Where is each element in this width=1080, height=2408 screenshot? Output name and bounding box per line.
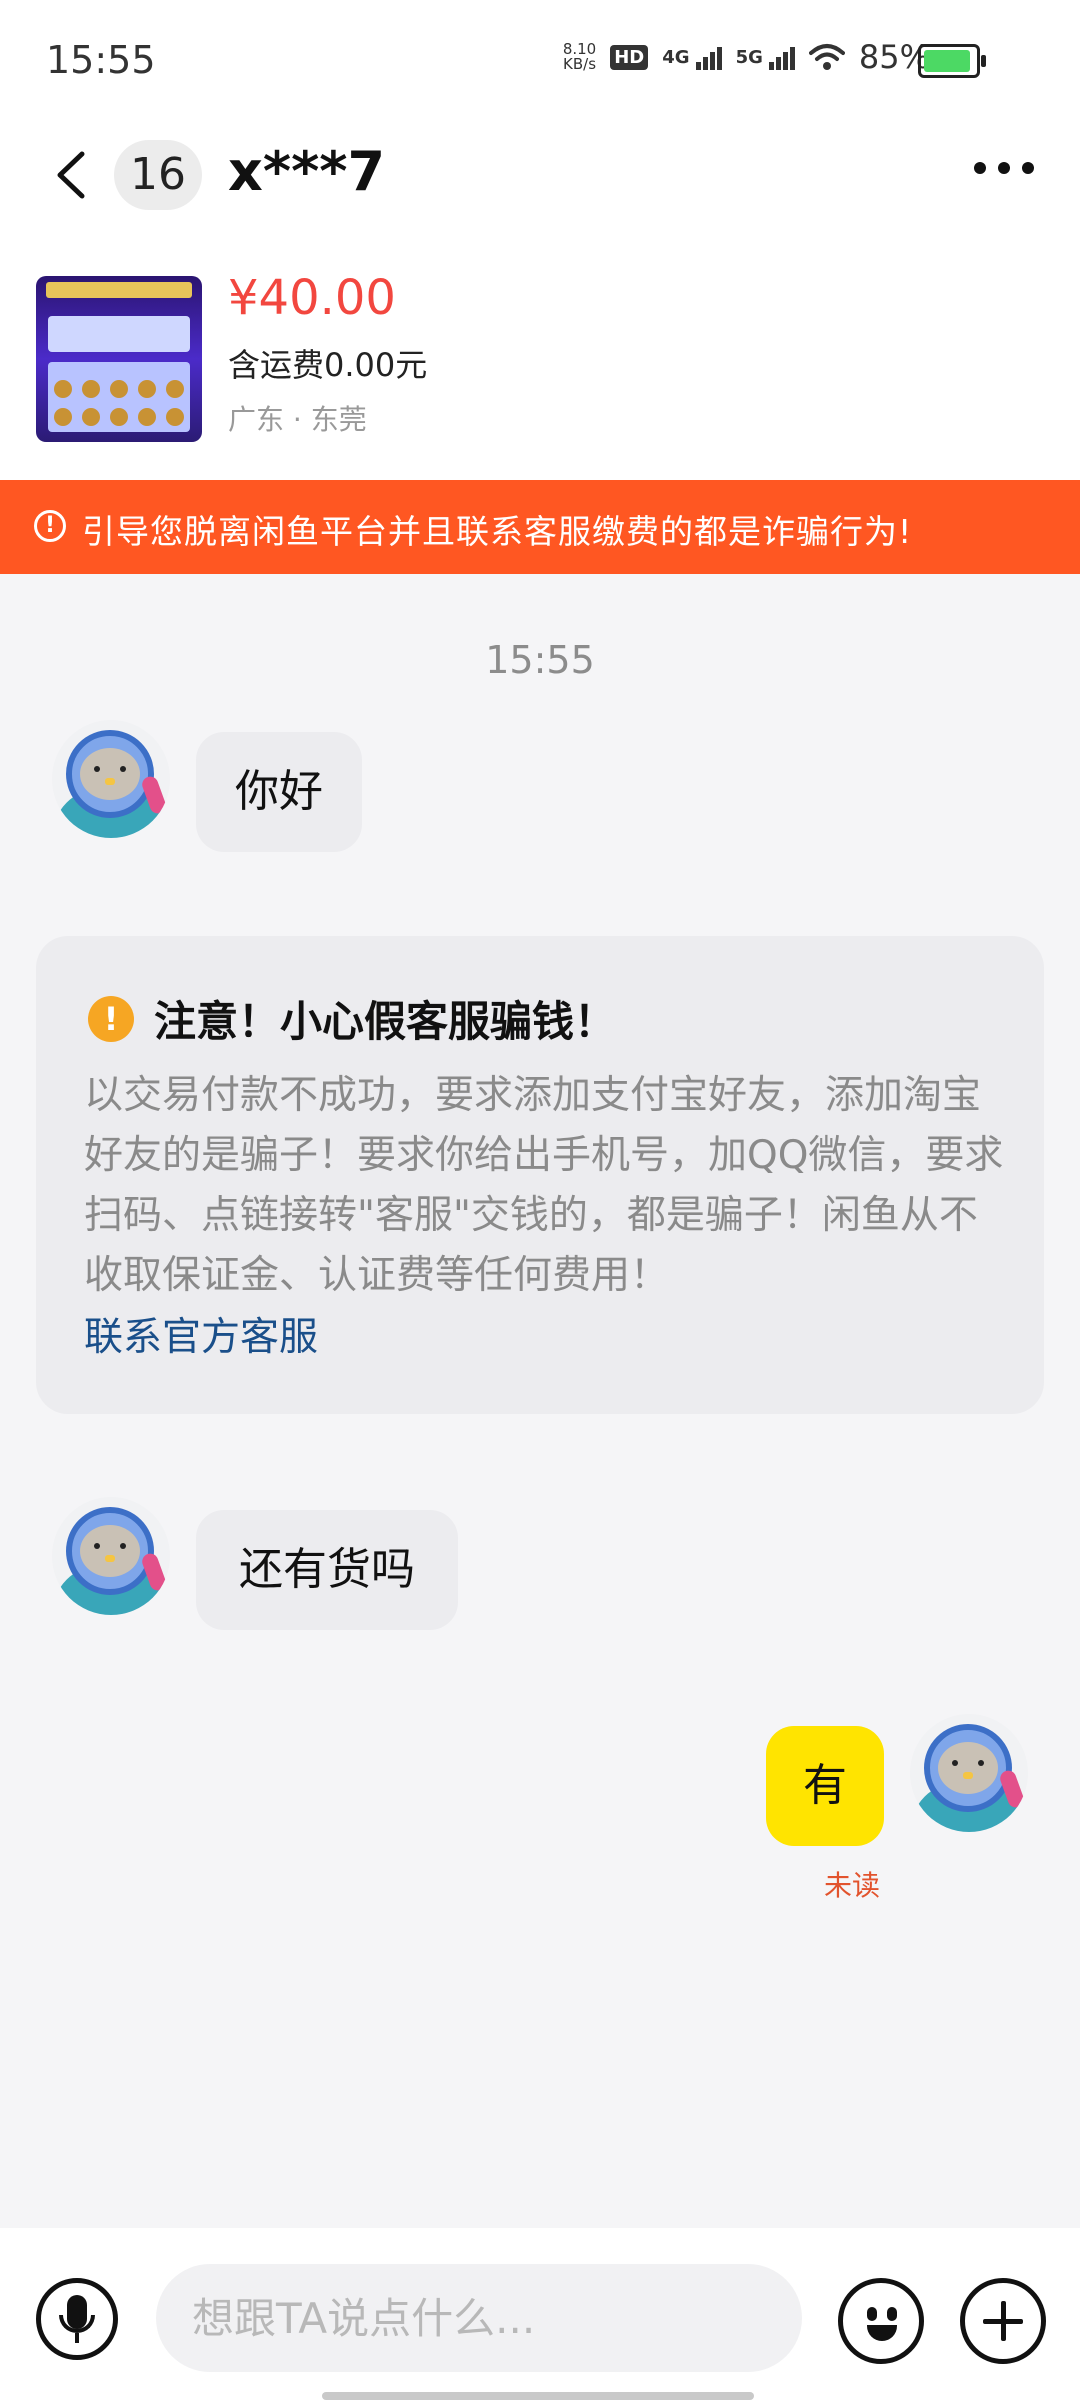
fraud-warning-banner: ! 引导您脱离闲鱼平台并且联系客服缴费的都是诈骗行为! bbox=[0, 480, 1080, 574]
status-time: 15:55 bbox=[46, 38, 156, 82]
back-arrow-icon[interactable] bbox=[52, 150, 92, 200]
chat-timestamp: 15:55 bbox=[485, 638, 595, 682]
signal-label-1: 4G bbox=[662, 46, 690, 68]
alert-icon: ! bbox=[88, 996, 134, 1042]
warning-icon: ! bbox=[34, 510, 66, 542]
hd-badge: HD bbox=[610, 44, 649, 70]
shipping-fee: 含运费0.00元 bbox=[228, 346, 428, 384]
seller-location: 广东 · 东莞 bbox=[228, 403, 367, 436]
emoji-icon[interactable] bbox=[838, 2278, 924, 2364]
message-input[interactable] bbox=[156, 2264, 802, 2372]
home-indicator[interactable] bbox=[322, 2392, 754, 2400]
product-card[interactable]: ¥40.00 含运费0.00元 广东 · 东莞 bbox=[0, 230, 1080, 480]
add-attachment-icon[interactable] bbox=[960, 2278, 1046, 2364]
signal-icon bbox=[768, 44, 795, 70]
my-avatar[interactable] bbox=[910, 1714, 1028, 1832]
safety-notice-card: ! 注意！小心假客服骗钱！ 以交易付款不成功，要求添加支付宝好友，添加淘宝好友的… bbox=[36, 936, 1044, 1414]
message-bubble-sent[interactable]: 有 bbox=[766, 1726, 884, 1846]
product-thumbnail[interactable] bbox=[36, 276, 202, 442]
notice-body: 以交易付款不成功，要求添加支付宝好友，添加淘宝好友的是骗子！要求你给出手机号，加… bbox=[84, 1073, 1004, 1298]
avatar[interactable] bbox=[52, 1497, 170, 1615]
contact-official-service-link[interactable]: 联系官方客服 bbox=[84, 1306, 318, 1362]
message-bubble[interactable]: 你好 bbox=[196, 732, 362, 852]
status-bar: 15:55 8.10 KB/s HD 4G 5G 85% bbox=[0, 0, 1080, 120]
chat-header: 16 x***7 bbox=[0, 120, 1080, 230]
fraud-warning-text: 引导您脱离闲鱼平台并且联系客服缴费的都是诈骗行为! bbox=[82, 512, 913, 551]
wifi-icon bbox=[808, 44, 845, 70]
status-indicators: 8.10 KB/s HD 4G 5G 85% bbox=[563, 38, 930, 76]
notice-title: 注意！小心假客服骗钱！ bbox=[154, 997, 617, 1046]
unread-count-badge[interactable]: 16 bbox=[114, 140, 202, 210]
message-bubble[interactable]: 还有货吗 bbox=[196, 1510, 458, 1630]
chat-title: x***7 bbox=[228, 140, 386, 203]
product-price: ¥40.00 bbox=[228, 270, 396, 326]
more-options-icon[interactable] bbox=[974, 162, 1034, 174]
network-speed: 8.10 KB/s bbox=[562, 40, 597, 73]
message-composer bbox=[0, 2228, 1080, 2408]
signal-label-2: 5G bbox=[735, 46, 763, 68]
signal-icon bbox=[695, 44, 722, 70]
read-status: 未读 bbox=[824, 1869, 881, 1902]
avatar[interactable] bbox=[52, 720, 170, 838]
battery-icon bbox=[918, 44, 986, 78]
microphone-icon[interactable] bbox=[36, 2278, 118, 2360]
